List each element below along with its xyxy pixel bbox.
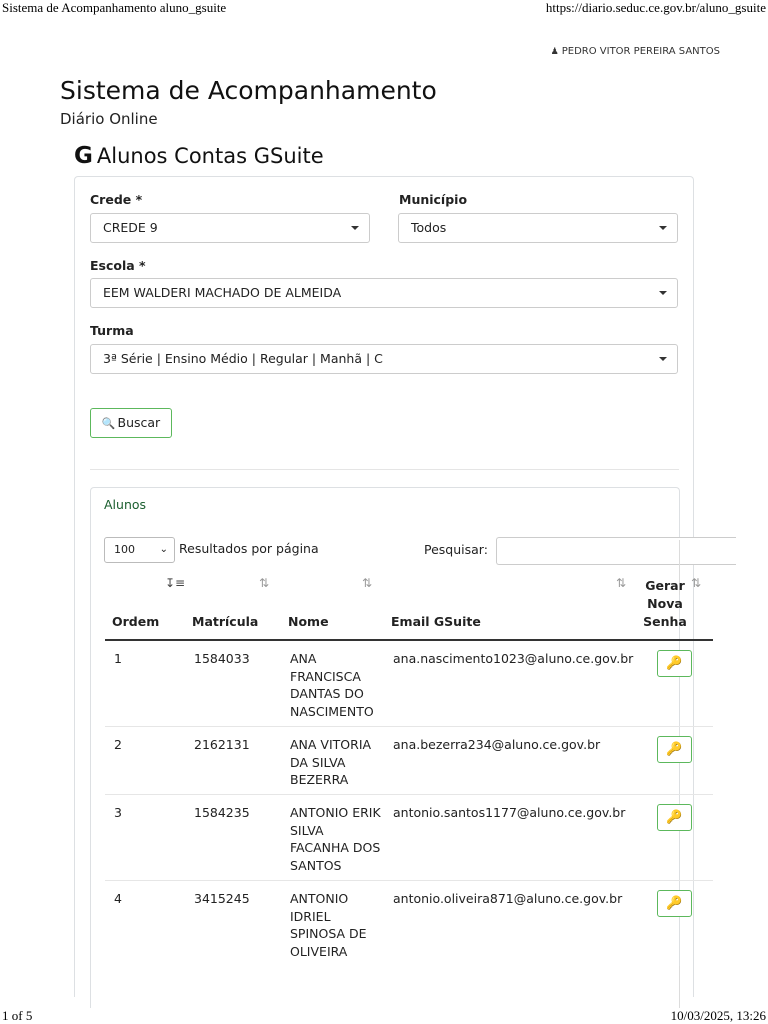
caret-down-icon [659, 226, 667, 230]
cell-nome: ANA VITORIA DA SILVA BEZERRA [290, 737, 372, 787]
cell-email: antonio.oliveira871@aluno.ce.gov.br [393, 891, 623, 906]
generate-password-button[interactable]: 🔑 [657, 890, 692, 917]
escola-select[interactable]: EEM WALDERI MACHADO DE ALMEIDA [90, 278, 678, 308]
table-row: 4 3415245 ANTONIO IDRIEL SPINOSA DE OLIV… [105, 881, 713, 976]
user-icon: ♟ [550, 47, 559, 57]
cell-nome: ANA FRANCISCA DANTAS DO NASCIMENTO [290, 651, 374, 719]
column-header-ordem[interactable]: Ordem [112, 614, 159, 629]
google-g-icon: G [74, 143, 93, 169]
crede-label: Crede * [90, 192, 143, 207]
column-header-matricula[interactable]: Matrícula [192, 614, 258, 629]
column-header-gerar-senha[interactable]: Gerar Nova Senha [640, 577, 690, 631]
cell-matricula: 1584033 [194, 651, 250, 666]
filter-panel: Crede * CREDE 9 Município Todos Escola *… [74, 176, 736, 1008]
page-title: G Alunos Contas GSuite [74, 143, 324, 169]
key-icon: 🔑 [666, 896, 683, 911]
caret-down-icon [659, 357, 667, 361]
cell-ordem: 4 [114, 891, 122, 906]
search-button-label: Buscar [117, 415, 161, 430]
search-icon: 🔍 [101, 417, 116, 430]
cell-ordem: 2 [114, 737, 122, 752]
generate-password-button[interactable]: 🔑 [657, 804, 692, 831]
caret-down-icon [351, 226, 359, 230]
generate-password-button[interactable]: 🔑 [657, 736, 692, 763]
print-page-number: 1 of 5 [2, 1008, 33, 1023]
sort-icon[interactable]: ⇅ [259, 576, 269, 590]
alunos-panel: Alunos 100 ⌄ Resultados por página Pesqu… [90, 487, 736, 1008]
cell-ordem: 3 [114, 805, 122, 820]
column-divider [679, 966, 680, 1008]
chevron-down-icon: ⌄ [159, 544, 168, 555]
table-search-input[interactable] [496, 537, 736, 565]
column-header-nome[interactable]: Nome [288, 614, 329, 629]
escola-label: Escola * [90, 258, 146, 273]
sort-asc-icon[interactable]: ↧≡ [165, 576, 185, 590]
search-button[interactable]: 🔍 Buscar [90, 408, 172, 438]
turma-value: 3ª Série | Ensino Médio | Regular | Manh… [103, 351, 383, 366]
cell-nome: ANTONIO ERIK SILVA FACANHA DOS SANTOS [290, 805, 381, 873]
table-row: 1 1584033 ANA FRANCISCA DANTAS DO NASCIM… [105, 641, 713, 727]
turma-label: Turma [90, 323, 134, 338]
app-title: Sistema de Acompanhamento [60, 76, 437, 105]
cell-nome: ANTONIO IDRIEL SPINOSA DE OLIVEIRA [290, 891, 367, 959]
page-title-text: Alunos Contas GSuite [96, 144, 324, 168]
user-name: PEDRO VITOR PEREIRA SANTOS [561, 46, 720, 57]
sort-icon[interactable]: ⇅ [362, 576, 372, 590]
municipio-label: Município [399, 192, 468, 207]
table-row: 3 1584235 ANTONIO ERIK SILVA FACANHA DOS… [105, 795, 713, 881]
print-url: https://diario.seduc.ce.gov.br/aluno_gsu… [545, 0, 766, 15]
sort-icon[interactable]: ⇅ [616, 576, 626, 590]
cell-email: antonio.santos1177@aluno.ce.gov.br [393, 805, 626, 820]
cell-matricula: 3415245 [194, 891, 250, 906]
key-icon: 🔑 [666, 810, 683, 825]
key-icon: 🔑 [666, 656, 683, 671]
municipio-select[interactable]: Todos [398, 213, 678, 243]
table-row: 2 2162131 ANA VITORIA DA SILVA BEZERRA a… [105, 727, 713, 795]
cell-matricula: 1584235 [194, 805, 250, 820]
app-subtitle: Diário Online [60, 110, 158, 128]
page-length-value: 100 [114, 543, 135, 556]
page-length-label: Resultados por página [179, 541, 319, 556]
key-icon: 🔑 [666, 742, 683, 757]
municipio-value: Todos [411, 220, 447, 235]
column-header-email[interactable]: Email GSuite [391, 614, 481, 629]
alunos-panel-title: Alunos [104, 497, 147, 512]
escola-value: EEM WALDERI MACHADO DE ALMEIDA [103, 285, 342, 300]
caret-down-icon [659, 291, 667, 295]
table-search-label: Pesquisar: [424, 542, 488, 557]
cell-matricula: 2162131 [194, 737, 250, 752]
page-length-select[interactable]: 100 ⌄ [104, 537, 175, 563]
turma-select[interactable]: 3ª Série | Ensino Médio | Regular | Manh… [90, 344, 678, 374]
print-page-title: Sistema de Acompanhamento aluno_gsuite [2, 0, 227, 15]
cell-email: ana.nascimento1023@aluno.ce.gov.br [393, 651, 634, 666]
cell-email: ana.bezerra234@aluno.ce.gov.br [393, 737, 601, 752]
divider [90, 469, 679, 470]
sort-icon[interactable]: ⇅ [691, 576, 701, 590]
cell-ordem: 1 [114, 651, 122, 666]
user-menu[interactable]: ♟ PEDRO VITOR PEREIRA SANTOS [551, 46, 720, 57]
generate-password-button[interactable]: 🔑 [657, 650, 692, 677]
print-datetime: 10/03/2025, 13:26 [670, 1008, 766, 1023]
crede-value: CREDE 9 [103, 220, 158, 235]
crede-select[interactable]: CREDE 9 [90, 213, 370, 243]
